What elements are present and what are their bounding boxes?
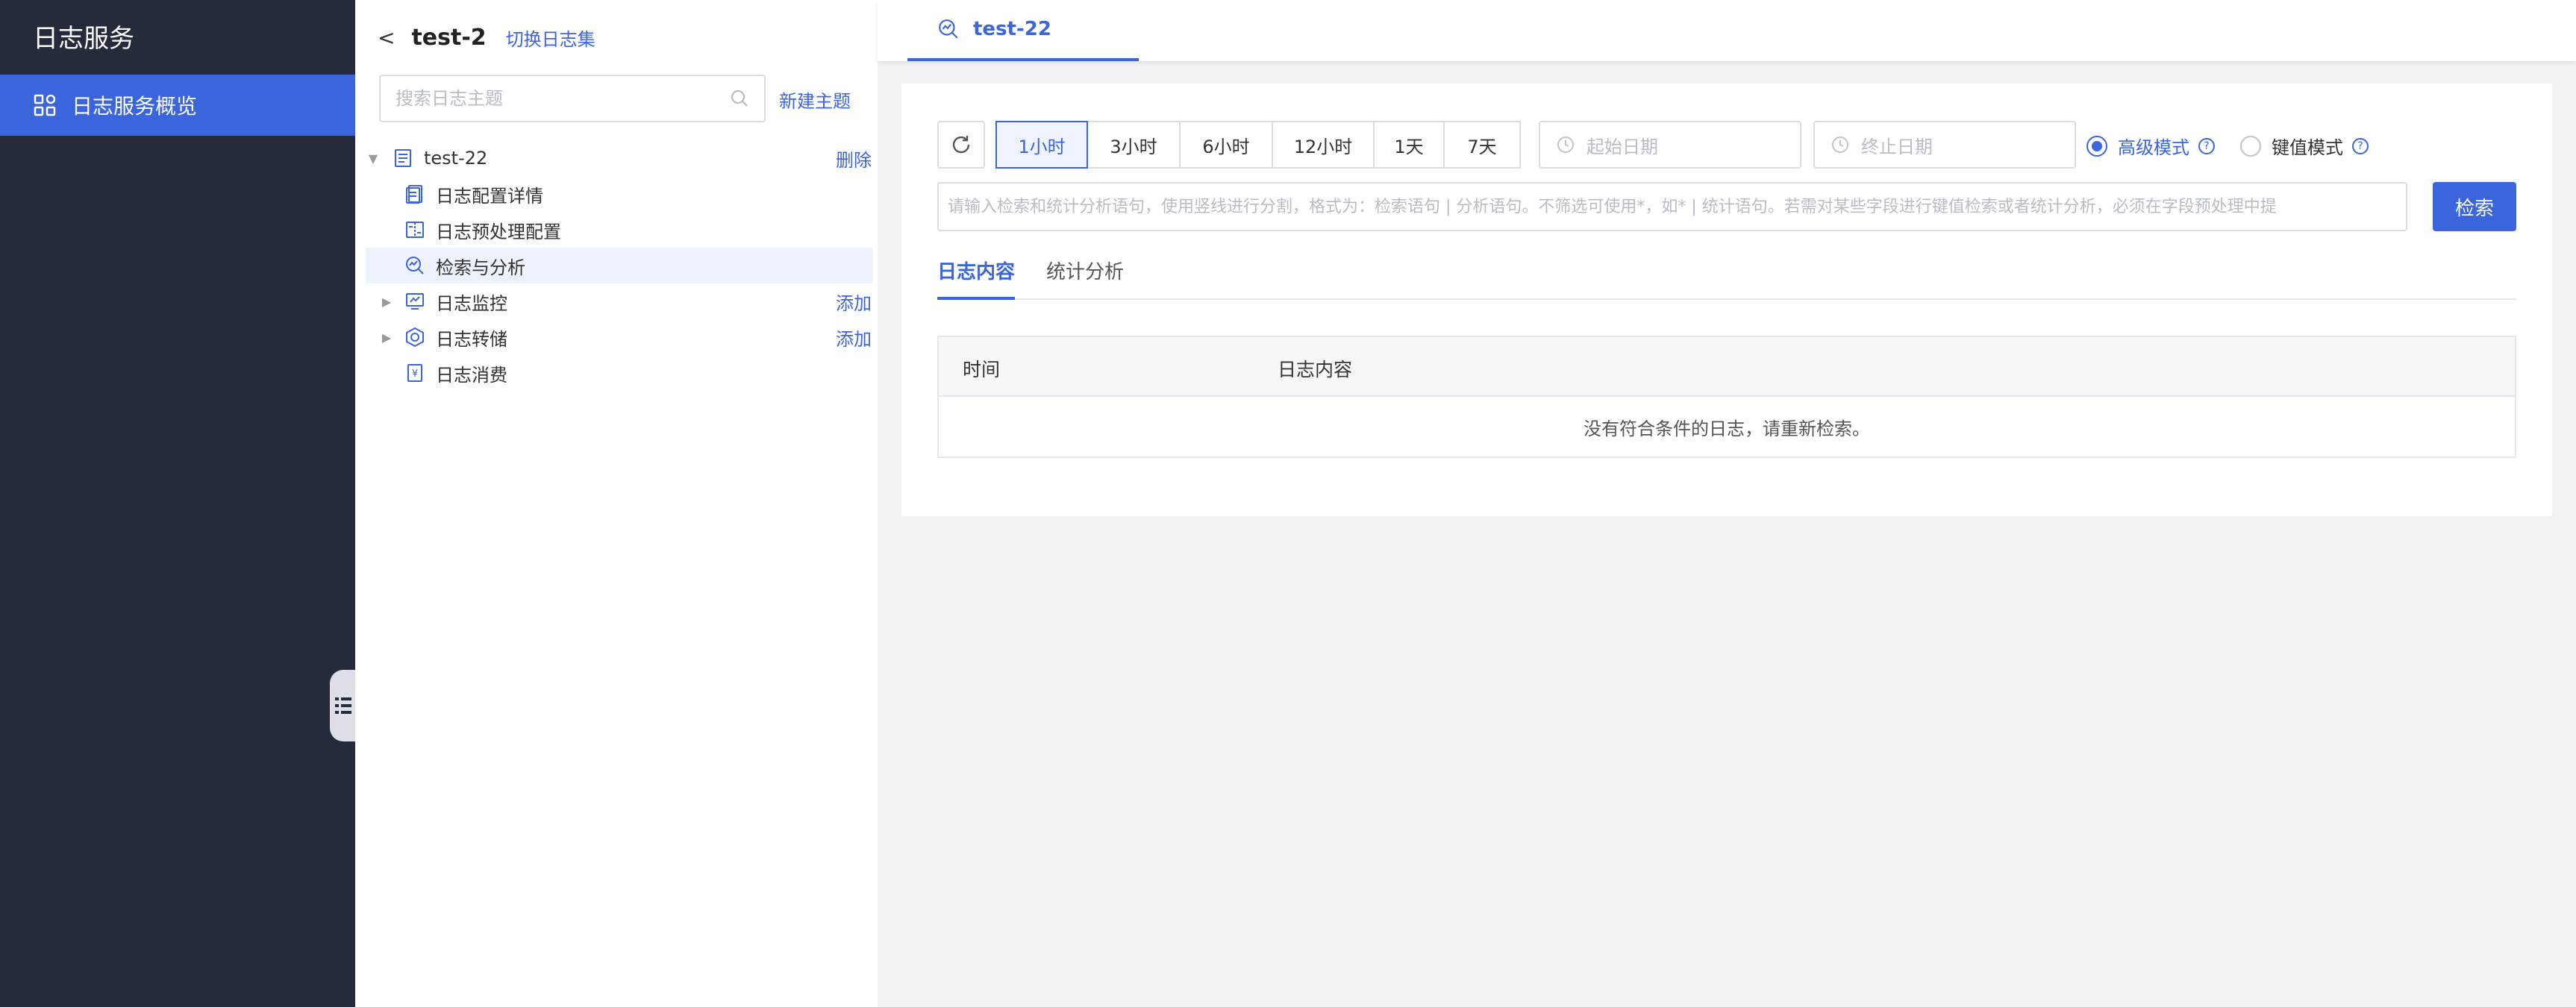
search-analysis-icon bbox=[937, 18, 960, 40]
column-header-time: 时间 bbox=[963, 359, 1001, 380]
tree-topic-row[interactable]: ▼ test-22 删除 bbox=[366, 140, 873, 176]
document-icon bbox=[404, 183, 425, 204]
tree-item-log-dump[interactable]: ▶ 日志转储 添加 bbox=[366, 319, 873, 355]
delete-topic-link[interactable]: 删除 bbox=[836, 145, 872, 172]
start-date-placeholder: 起始日期 bbox=[1586, 136, 1658, 157]
monitor-icon bbox=[404, 291, 425, 312]
add-dump-link[interactable]: 添加 bbox=[836, 324, 872, 351]
tree-item-label: 日志预处理配置 bbox=[436, 221, 561, 242]
switch-logset-link[interactable]: 切换日志集 bbox=[506, 25, 595, 51]
tab-bar: test-22 bbox=[878, 0, 2576, 61]
tree-item-label: 日志转储 bbox=[436, 328, 507, 350]
help-icon[interactable]: ? bbox=[2352, 137, 2369, 154]
preprocess-icon bbox=[404, 219, 425, 240]
query-input[interactable] bbox=[948, 197, 2397, 216]
start-date-input[interactable]: 起始日期 bbox=[1539, 121, 1801, 169]
time-range-1d[interactable]: 1天 bbox=[1373, 121, 1445, 169]
refresh-icon bbox=[950, 134, 972, 156]
topic-search-box bbox=[379, 75, 766, 122]
tab-label: test-22 bbox=[973, 18, 1051, 40]
key-value-mode-label: 键值模式 bbox=[2272, 137, 2343, 158]
radio-unchecked-icon bbox=[2240, 135, 2261, 157]
svg-text:¥: ¥ bbox=[412, 368, 418, 380]
add-monitor-link[interactable]: 添加 bbox=[836, 289, 872, 315]
tab-statistics[interactable]: 统计分析 bbox=[1046, 257, 1124, 300]
grid-icon bbox=[33, 93, 57, 117]
key-value-mode-radio[interactable]: 键值模式 ? bbox=[2240, 133, 2369, 159]
tree-item-log-consume[interactable]: ¥ 日志消费 bbox=[366, 355, 873, 391]
time-range-6h[interactable]: 6小时 bbox=[1179, 121, 1273, 169]
tree-item-label: 日志消费 bbox=[436, 364, 507, 386]
caret-right-icon[interactable]: ▶ bbox=[379, 330, 394, 345]
panel-header: < test-2 切换日志集 bbox=[378, 22, 595, 52]
topic-search-input[interactable] bbox=[396, 88, 730, 109]
refresh-button[interactable] bbox=[937, 121, 985, 169]
clock-icon bbox=[1557, 136, 1575, 154]
log-topic-panel: < test-2 切换日志集 新建主题 ▼ test-22 删除 bbox=[355, 0, 878, 1007]
search-icon[interactable] bbox=[730, 89, 749, 108]
search-analysis-icon bbox=[404, 255, 425, 276]
tree-item-label: 日志配置详情 bbox=[436, 185, 543, 207]
time-range-12h[interactable]: 12小时 bbox=[1272, 121, 1375, 169]
tab-test-22[interactable]: test-22 bbox=[907, 0, 1139, 61]
logset-name: test-2 bbox=[411, 24, 487, 51]
topic-list-icon bbox=[393, 148, 413, 169]
query-box bbox=[937, 182, 2407, 231]
table-header: 时间 日志内容 bbox=[939, 337, 2515, 397]
tree-item-log-monitor[interactable]: ▶ 日志监控 添加 bbox=[366, 283, 873, 319]
time-range-3h[interactable]: 3小时 bbox=[1087, 121, 1181, 169]
result-tabs: 日志内容 统计分析 bbox=[937, 248, 2516, 300]
time-range-7d[interactable]: 7天 bbox=[1443, 121, 1521, 169]
time-range-1h[interactable]: 1小时 bbox=[995, 121, 1088, 169]
back-icon[interactable]: < bbox=[378, 25, 395, 50]
tree-item-config-details[interactable]: 日志配置详情 bbox=[366, 176, 873, 212]
app-title: 日志服务 bbox=[33, 24, 134, 54]
topic-name: test-22 bbox=[424, 148, 488, 169]
advanced-mode-radio[interactable]: 高级模式 ? bbox=[2086, 133, 2215, 159]
tree-item-label: 日志监控 bbox=[436, 292, 507, 314]
search-button[interactable]: 检索 bbox=[2433, 182, 2516, 231]
tab-log-content[interactable]: 日志内容 bbox=[937, 257, 1016, 300]
end-date-input[interactable]: 终止日期 bbox=[1813, 121, 2076, 169]
search-panel: 1小时 3小时 6小时 12小时 1天 7天 起始日期 终止日期 高级模式 ? … bbox=[901, 84, 2552, 516]
caret-down-icon[interactable]: ▼ bbox=[366, 151, 381, 166]
tree-item-preprocess-config[interactable]: 日志预处理配置 bbox=[366, 212, 873, 248]
caret-right-icon[interactable]: ▶ bbox=[379, 295, 394, 309]
menu-collapse-icon bbox=[335, 696, 351, 715]
empty-state-text: 没有符合条件的日志，请重新检索。 bbox=[1584, 418, 1870, 439]
consume-icon: ¥ bbox=[404, 363, 425, 383]
sidebar-item-label: 日志服务概览 bbox=[72, 94, 198, 119]
sidebar: 日志服务 日志服务概览 bbox=[0, 0, 355, 1007]
time-range-group: 1小时 3小时 6小时 12小时 1天 7天 bbox=[995, 121, 1521, 169]
radio-checked-icon bbox=[2086, 135, 2107, 157]
sidebar-collapse-handle[interactable] bbox=[330, 670, 357, 741]
sidebar-item-log-service-overview[interactable]: 日志服务概览 bbox=[0, 75, 355, 136]
clock-icon bbox=[1831, 136, 1849, 154]
column-header-log-content: 日志内容 bbox=[1278, 359, 1353, 380]
tree-item-search-analysis[interactable]: 检索与分析 bbox=[366, 248, 873, 283]
advanced-mode-label: 高级模式 bbox=[2118, 137, 2189, 158]
end-date-placeholder: 终止日期 bbox=[1861, 136, 1933, 157]
help-icon[interactable]: ? bbox=[2198, 137, 2215, 154]
dump-icon bbox=[404, 327, 425, 348]
new-topic-link[interactable]: 新建主题 bbox=[779, 87, 851, 113]
log-table: 时间 日志内容 没有符合条件的日志，请重新检索。 bbox=[937, 336, 2516, 458]
tree-item-label: 检索与分析 bbox=[436, 257, 525, 278]
